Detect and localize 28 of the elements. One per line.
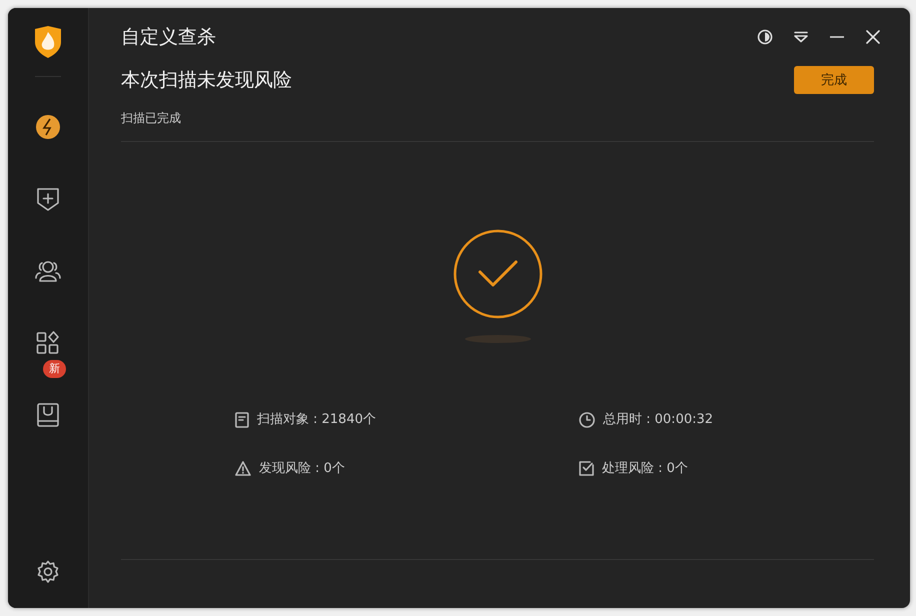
sidebar-item[interactable] [33, 112, 63, 142]
close-icon [866, 30, 880, 44]
contrast-icon [757, 29, 773, 45]
menu-icon [794, 31, 808, 43]
checkmark-circle-icon [452, 228, 544, 320]
stat-text: 处理风险 : 0个 [602, 460, 688, 478]
settings-icon [36, 560, 60, 584]
done-button[interactable]: 完成 [794, 66, 874, 94]
checkbox-icon [579, 461, 594, 476]
new-badge: 新 [43, 360, 66, 378]
minimize-icon [830, 36, 844, 38]
clock-icon [579, 412, 595, 428]
lightning-icon [35, 114, 61, 140]
status-text: 扫描已完成 [121, 110, 182, 127]
close-button[interactable] [864, 28, 882, 46]
stat-text: 发现风险 : 0个 [259, 460, 345, 478]
book-icon [36, 402, 60, 428]
users-icon [35, 259, 61, 283]
shield-plus-icon [36, 186, 60, 212]
document-icon [235, 412, 249, 428]
warning-icon [235, 461, 251, 476]
apps-grid-icon [36, 331, 60, 355]
window-title: 自定义查杀 [121, 25, 216, 50]
stat-text: 扫描对象 : 21840个 [257, 411, 376, 429]
stat-text: 总用时 : 00:00:32 [603, 411, 714, 429]
result-heading: 本次扫描未发现风险 [121, 68, 292, 93]
shield-flame-logo [34, 26, 62, 58]
theme-button[interactable] [756, 28, 774, 46]
